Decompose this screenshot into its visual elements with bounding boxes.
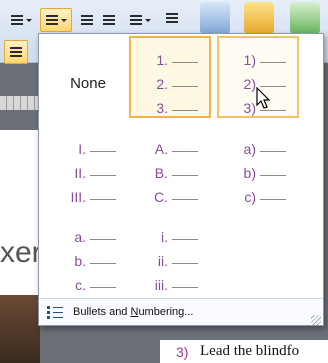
- list-item: 2.: [131, 72, 209, 96]
- marker: 2.: [156, 76, 168, 92]
- list-item: a): [218, 137, 298, 161]
- slide-photo: [0, 295, 40, 363]
- list-item: III.: [48, 185, 128, 209]
- list-item-text: Lead the blindfo: [200, 343, 300, 359]
- list-item: A.: [130, 137, 210, 161]
- decrease-indent-button[interactable]: [76, 8, 98, 32]
- line: [260, 174, 286, 176]
- line: [90, 238, 116, 240]
- marker: a): [243, 141, 256, 157]
- marker: i.: [161, 229, 168, 245]
- bullets-button[interactable]: [4, 8, 38, 32]
- numbering-tile-numbers-period[interactable]: 1. 2. 3.: [129, 36, 211, 118]
- marker: 1): [243, 52, 256, 68]
- align-left-icon: [10, 47, 22, 57]
- increase-indent-button[interactable]: [98, 8, 120, 32]
- chevron-down-icon: [25, 18, 32, 22]
- line: [90, 286, 116, 288]
- marker: A.: [154, 141, 168, 157]
- line: [90, 174, 116, 176]
- line: [172, 61, 198, 63]
- marker: c.: [75, 277, 86, 293]
- list-item: 3) Lead the blindfo: [160, 340, 328, 363]
- list-item: 1.: [131, 48, 209, 72]
- marker: iii.: [154, 277, 168, 293]
- resize-grip[interactable]: [311, 315, 321, 325]
- align-left-button[interactable]: [4, 40, 28, 64]
- list-item: 1): [219, 48, 297, 72]
- list-item: b.: [48, 249, 128, 273]
- numbering-tile-alpha-lower-period[interactable]: a. b. c.: [47, 214, 129, 296]
- line-spacing-button[interactable]: [124, 8, 156, 32]
- numbering-tile-none[interactable]: None: [47, 36, 129, 118]
- marker: III.: [70, 189, 86, 205]
- list-item: B.: [130, 161, 210, 185]
- line: [172, 174, 198, 176]
- list-item: a.: [48, 225, 128, 249]
- mouse-cursor-icon: [256, 87, 271, 109]
- arrange-icon[interactable]: [244, 2, 274, 34]
- line: [90, 198, 116, 200]
- marker: a.: [74, 229, 86, 245]
- line: [172, 286, 198, 288]
- line: [172, 109, 198, 111]
- bullets-and-numbering-menu-item[interactable]: Bullets and Numbering...: [39, 298, 323, 325]
- line: [260, 198, 286, 200]
- bullets-numbering-icon: [47, 305, 63, 319]
- marker: ii.: [157, 253, 168, 269]
- line: [90, 262, 116, 264]
- decrease-indent-icon: [81, 15, 93, 25]
- line: [172, 85, 198, 87]
- chevron-down-icon: [60, 18, 67, 22]
- numbering-button[interactable]: [40, 8, 72, 32]
- slide-text-fragment: xer: [0, 236, 42, 269]
- numbering-tile-roman-upper[interactable]: I. II. III.: [47, 126, 129, 208]
- increase-indent-icon: [103, 15, 115, 25]
- numbering-tile-alpha-upper[interactable]: A. B. C.: [129, 126, 211, 208]
- list-item: c.: [48, 273, 128, 297]
- list-item: 3.: [131, 96, 209, 120]
- list-item: c): [218, 185, 298, 209]
- list-item: iii.: [130, 273, 210, 297]
- chevron-down-icon: [144, 18, 151, 22]
- marker: B.: [154, 165, 168, 181]
- convert-smartart-icon[interactable]: [200, 2, 230, 34]
- quick-styles-icon[interactable]: [290, 2, 320, 34]
- list-item: I.: [48, 137, 128, 161]
- line-spacing-icon: [129, 15, 142, 25]
- text-direction-icon: [166, 13, 178, 23]
- marker: C.: [154, 189, 168, 205]
- bulleted-list-icon: [10, 15, 23, 25]
- marker: II.: [74, 165, 86, 181]
- list-item: C.: [130, 185, 210, 209]
- numbering-tile-roman-lower[interactable]: i. ii. iii.: [129, 214, 211, 296]
- marker: 3.: [156, 100, 168, 116]
- bullets-and-numbering-label: Bullets and Numbering...: [73, 306, 194, 318]
- none-label: None: [70, 75, 106, 92]
- line: [260, 150, 286, 152]
- numbered-list-icon: [45, 15, 58, 25]
- list-item: i.: [130, 225, 210, 249]
- list-item: b): [218, 161, 298, 185]
- list-item-number: 3): [176, 343, 189, 360]
- list-item: ii.: [130, 249, 210, 273]
- line: [172, 150, 198, 152]
- marker: 3): [243, 100, 256, 116]
- list-item: II.: [48, 161, 128, 185]
- line: [172, 238, 198, 240]
- text-direction-button[interactable]: [158, 6, 186, 30]
- numbering-gallery: None 1. 2. 3. 1) 2) 3) I. II. III. A. B.…: [38, 33, 324, 326]
- numbering-tile-alpha-lower-paren[interactable]: a) b) c): [217, 126, 299, 208]
- marker: c): [244, 189, 256, 205]
- marker: 2): [243, 76, 256, 92]
- marker: I.: [78, 141, 86, 157]
- line: [90, 150, 116, 152]
- marker: b): [243, 165, 256, 181]
- ruler: [0, 96, 40, 110]
- line: [260, 61, 286, 63]
- line: [172, 262, 198, 264]
- line: [172, 198, 198, 200]
- marker: 1.: [156, 52, 168, 68]
- marker: b.: [74, 253, 86, 269]
